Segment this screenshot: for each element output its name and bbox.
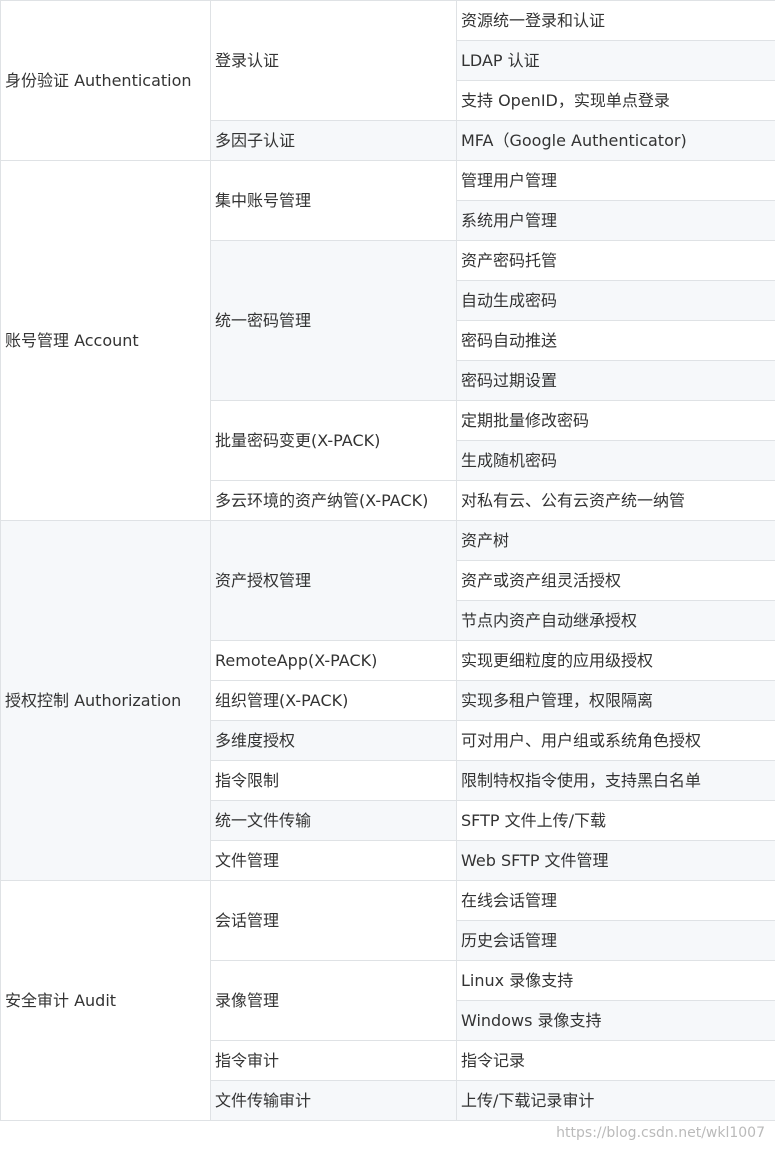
group-cell: 多维度授权: [210, 720, 457, 761]
feature-cell: 实现多租户管理，权限隔离: [456, 680, 775, 721]
group-cell: 多云环境的资产纳管(X-PACK): [210, 480, 457, 521]
group-cell: 统一密码管理: [210, 240, 457, 401]
section-cell: 账号管理 Account: [0, 160, 211, 521]
feature-cell: 资产或资产组灵活授权: [456, 560, 775, 601]
feature-cell: MFA（Google Authenticator): [456, 120, 775, 161]
group-cell: 批量密码变更(X-PACK): [210, 400, 457, 481]
feature-cell: SFTP 文件上传/下载: [456, 800, 775, 841]
group-cell: 指令审计: [210, 1040, 457, 1081]
feature-table-body: 身份验证 Authentication 登录认证 资源统一登录和认证 LDAP 认证支…: [0, 0, 775, 1121]
table-row: 授权控制 Authorization 资产授权管理 资产树: [0, 520, 775, 881]
feature-cell: 节点内资产自动继承授权: [456, 600, 775, 641]
feature-cell: 密码自动推送: [456, 320, 775, 361]
feature-cell: 管理用户管理: [456, 160, 775, 201]
feature-cell: 资产树: [456, 520, 775, 561]
feature-cell: Web SFTP 文件管理: [456, 840, 775, 881]
group-cell: 会话管理: [210, 880, 457, 961]
watermark: https://blog.csdn.net/wkl1007: [556, 1125, 765, 1141]
feature-cell: 自动生成密码: [456, 280, 775, 321]
feature-cell: 支持 OpenID，实现单点登录: [456, 80, 775, 121]
feature-cell: 密码过期设置: [456, 360, 775, 401]
table-row: 安全审计 Audit 会话管理 在线会话管理: [0, 880, 775, 1121]
group-cell: 文件管理: [210, 840, 457, 881]
feature-cell: 可对用户、用户组或系统角色授权: [456, 720, 775, 761]
feature-table: 身份验证 Authentication 登录认证 资源统一登录和认证 LDAP 认证支…: [0, 0, 775, 1121]
group-cell: 指令限制: [210, 760, 457, 801]
group-cell: 集中账号管理: [210, 160, 457, 241]
feature-cell: 历史会话管理: [456, 920, 775, 961]
group-cell: 录像管理: [210, 960, 457, 1041]
feature-cell: 定期批量修改密码: [456, 400, 775, 441]
feature-cell: 在线会话管理: [456, 880, 775, 921]
group-cell: 组织管理(X-PACK): [210, 680, 457, 721]
group-cell: 多因子认证: [210, 120, 457, 161]
group-cell: RemoteApp(X-PACK): [210, 640, 457, 681]
section-cell: 身份验证 Authentication: [0, 0, 211, 161]
section-cell: 安全审计 Audit: [0, 880, 211, 1121]
group-cell: 登录认证: [210, 0, 457, 121]
feature-cell: 限制特权指令使用，支持黑白名单: [456, 760, 775, 801]
group-cell: 统一文件传输: [210, 800, 457, 841]
feature-cell: Windows 录像支持: [456, 1000, 775, 1041]
feature-cell: 系统用户管理: [456, 200, 775, 241]
section-cell: 授权控制 Authorization: [0, 520, 211, 881]
table-row: 身份验证 Authentication 登录认证 资源统一登录和认证: [0, 0, 775, 161]
group-cell: 资产授权管理: [210, 520, 457, 641]
table-row: 账号管理 Account 集中账号管理 管理用户管理: [0, 160, 775, 521]
group-cell: 文件传输审计: [210, 1080, 457, 1121]
feature-cell: LDAP 认证: [456, 40, 775, 81]
feature-cell: 上传/下载记录审计: [456, 1080, 775, 1121]
feature-cell: 对私有云、公有云资产统一纳管: [456, 480, 775, 521]
feature-cell: 指令记录: [456, 1040, 775, 1081]
feature-cell: 资产密码托管: [456, 240, 775, 281]
feature-cell: 生成随机密码: [456, 440, 775, 481]
feature-cell: 资源统一登录和认证: [456, 0, 775, 41]
feature-cell: 实现更细粒度的应用级授权: [456, 640, 775, 681]
feature-cell: Linux 录像支持: [456, 960, 775, 1001]
